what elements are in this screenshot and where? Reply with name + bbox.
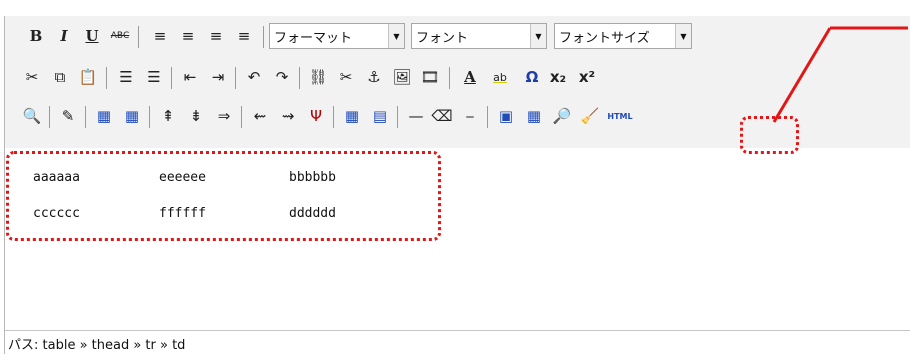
font-size-select-value: フォントサイズ (559, 30, 650, 46)
toolbar-separator (263, 26, 264, 48)
html-icon[interactable]: HTML (607, 102, 633, 130)
insert-row-before-icon[interactable]: ⇞ (155, 102, 181, 130)
highlight-color-icon[interactable]: ab (487, 63, 513, 91)
text-color-icon[interactable]: A (457, 63, 483, 91)
toolbar-separator (106, 67, 107, 89)
toolbar-separator (449, 67, 450, 89)
table-props-icon[interactable]: ▦ (119, 102, 145, 130)
bold-button[interactable]: B (23, 22, 49, 50)
table-icon[interactable]: ▦ (91, 102, 117, 130)
horizontal-rule-icon[interactable]: — (403, 102, 429, 130)
align-justify-button[interactable]: ≡ (231, 22, 257, 50)
find-icon[interactable]: 🔍 (19, 102, 45, 130)
edit-icon[interactable]: ✎ (55, 102, 81, 130)
toolbar-separator (241, 106, 242, 128)
insert-col-before-icon[interactable]: ⇜ (247, 102, 273, 130)
media-icon[interactable]: 🎞 (417, 63, 443, 91)
font-size-select[interactable]: フォントサイズ ▼ (554, 23, 692, 49)
font-select-value: フォント (416, 30, 469, 46)
chevron-down-icon[interactable]: ▼ (530, 24, 546, 48)
toolbar-separator (138, 26, 139, 48)
cut-icon[interactable]: ✂ (19, 63, 45, 91)
copy-icon[interactable]: ⧉ (47, 63, 73, 91)
undo-icon[interactable]: ↶ (241, 63, 267, 91)
page-break-icon[interactable]: ⎯ (457, 102, 483, 130)
subscript-icon[interactable]: x₂ (545, 63, 571, 91)
insert-row-after-icon[interactable]: ⇟ (183, 102, 209, 130)
path-bar: パス: table » thead » tr » td (5, 330, 910, 355)
toolbar-separator (149, 106, 150, 128)
path-text: パス: table » thead » tr » td (8, 337, 186, 353)
merge-cells-icon[interactable]: ▤ (367, 102, 393, 130)
toolbar-separator (487, 106, 488, 128)
table-grid-icon[interactable]: ▦ (521, 102, 547, 130)
paste-icon[interactable]: 📋 (75, 63, 101, 91)
underline-button[interactable]: U (79, 22, 105, 50)
chevron-down-icon[interactable]: ▼ (675, 24, 691, 48)
toolbar-separator (235, 67, 236, 89)
anchor-icon[interactable]: ⚓ (361, 63, 387, 91)
toolbar-separator (299, 67, 300, 89)
align-right-button[interactable]: ≡ (203, 22, 229, 50)
content-highlight-annotation (6, 151, 441, 241)
font-select[interactable]: フォント ▼ (411, 23, 547, 49)
cleanup-icon[interactable]: 🧹 (577, 102, 603, 130)
toolbar-separator (333, 106, 334, 128)
toolbar-separator (49, 106, 50, 128)
ordered-list-icon[interactable]: ☰ (141, 63, 167, 91)
unordered-list-icon[interactable]: ☰ (113, 63, 139, 91)
redo-icon[interactable]: ↷ (269, 63, 295, 91)
preview-icon[interactable]: 🔎 (549, 102, 575, 130)
delete-row-icon[interactable]: ⇒ (211, 102, 237, 130)
image-icon[interactable]: 🖼 (389, 63, 415, 91)
chevron-down-icon[interactable]: ▼ (388, 24, 404, 48)
format-select-value: フォーマット (274, 30, 353, 46)
link-icon[interactable]: ⛓ (305, 63, 331, 91)
strikethrough-button[interactable]: ABC (107, 22, 133, 50)
italic-button[interactable]: I (51, 22, 77, 50)
align-center-button[interactable]: ≡ (175, 22, 201, 50)
indent-icon[interactable]: ⇥ (205, 63, 231, 91)
annotation-line-icon (772, 26, 908, 123)
unlink-icon[interactable]: ✂ (333, 63, 359, 91)
align-left-button[interactable]: ≡ (147, 22, 173, 50)
superscript-icon[interactable]: x² (574, 63, 600, 91)
toolbar-separator (171, 67, 172, 89)
toolbar-separator (397, 106, 398, 128)
insert-col-after-icon[interactable]: ⇝ (275, 102, 301, 130)
special-char-icon[interactable]: Ω (519, 63, 545, 91)
toolbar-separator (85, 106, 86, 128)
format-select[interactable]: フォーマット ▼ (269, 23, 405, 49)
visual-aid-icon[interactable]: ▣ (493, 102, 519, 130)
remove-format-icon[interactable]: ⌫ (429, 102, 455, 130)
outdent-icon[interactable]: ⇤ (177, 63, 203, 91)
delete-col-icon[interactable]: Ψ (303, 102, 329, 130)
cell-props-icon[interactable]: ▦ (339, 102, 365, 130)
